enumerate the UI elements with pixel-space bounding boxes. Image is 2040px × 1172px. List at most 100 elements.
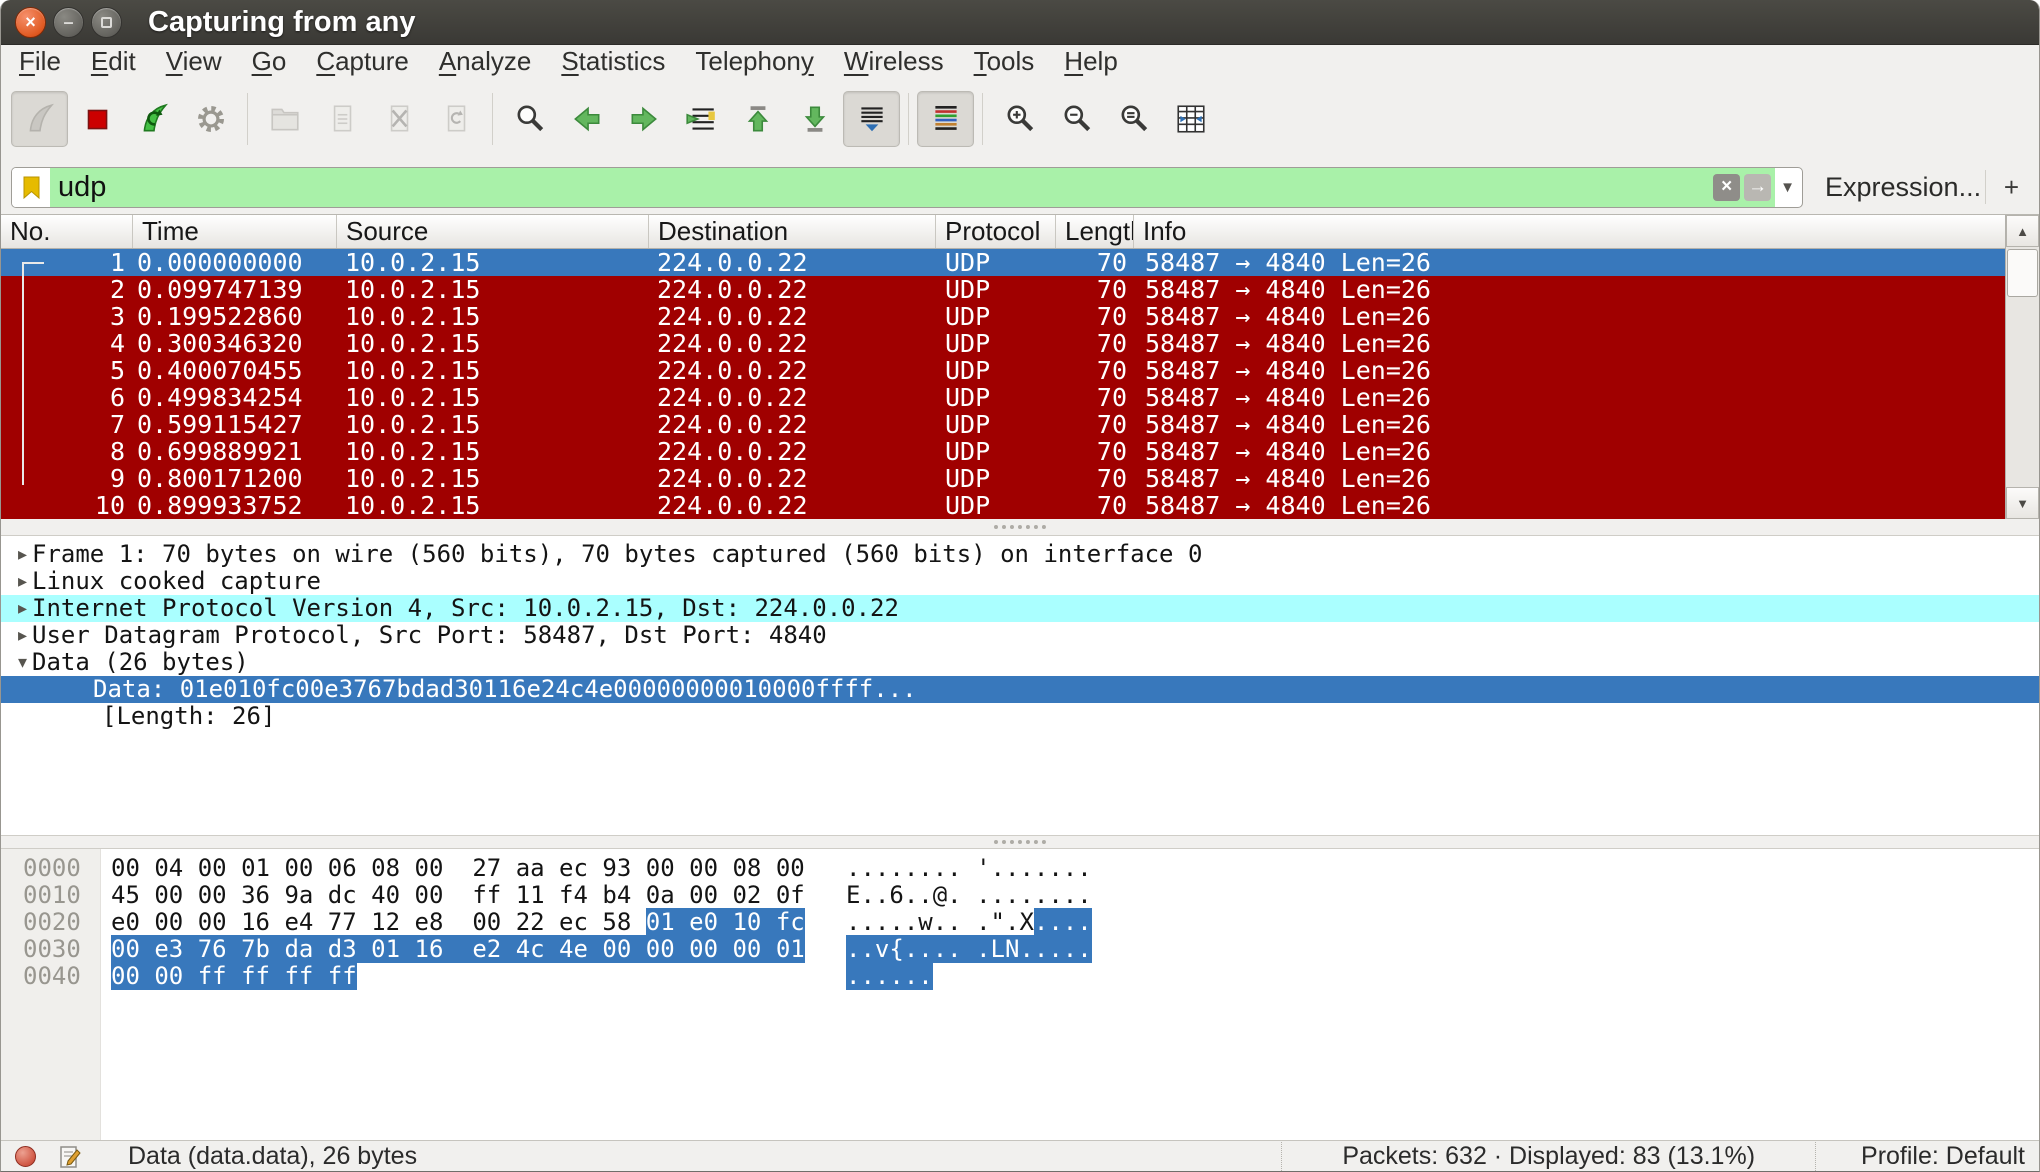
hex-row[interactable]: 0020e0 00 00 16 e4 77 12 e8 00 22 ec 58 … [1, 909, 2039, 936]
packet-row[interactable]: 10.00000000010.0.2.15224.0.0.22UDP705848… [1, 249, 2007, 276]
scroll-up-button[interactable]: ▲ [2006, 215, 2039, 247]
colorize-button[interactable] [917, 91, 974, 147]
filter-apply-button[interactable]: → [1744, 174, 1771, 201]
expand-collapsed-icon[interactable]: ▸ [1, 595, 32, 622]
detail-line[interactable]: ▸User Datagram Protocol, Src Port: 58487… [1, 622, 2039, 649]
go-first-button[interactable] [729, 91, 786, 147]
packet-row[interactable]: 100.89993375210.0.2.15224.0.0.22UDP70584… [1, 492, 2007, 519]
packet-list-rows: 10.00000000010.0.2.15224.0.0.22UDP705848… [1, 249, 2007, 519]
reload-file-button[interactable] [427, 91, 484, 147]
start-capture-button[interactable] [11, 91, 68, 147]
menu-wireless[interactable]: Wireless [844, 46, 944, 76]
stop-capture-button[interactable] [68, 91, 125, 147]
go-back-button[interactable] [558, 91, 615, 147]
display-filter-input[interactable]: udp × → ▼ [11, 167, 1803, 208]
column-header-source[interactable]: Source [337, 215, 649, 248]
find-packet-button[interactable] [501, 91, 558, 147]
detail-line[interactable]: ▸Frame 1: 70 bytes on wire (560 bits), 7… [1, 541, 2039, 568]
hex-bytes[interactable]: 00 00 ff ff ff ff [101, 963, 801, 990]
save-file-icon [325, 102, 359, 136]
expert-info-icon[interactable] [15, 1146, 36, 1167]
expand-collapsed-icon[interactable]: ▸ [1, 568, 32, 595]
menu-view[interactable]: View [166, 46, 222, 76]
hex-rows: 000000 04 00 01 00 06 08 00 27 aa ec 93 … [1, 855, 2039, 990]
auto-scroll-button[interactable] [843, 91, 900, 147]
packet-row[interactable]: 20.09974713910.0.2.15224.0.0.22UDP705848… [1, 276, 2007, 303]
go-last-button[interactable] [786, 91, 843, 147]
hex-row[interactable]: 003000 e3 76 7b da d3 01 16 e2 4c 4e 00 … [1, 936, 2039, 963]
hex-row[interactable]: 004000 00 ff ff ff ff...... [1, 963, 2039, 990]
zoom-original-button[interactable] [1105, 91, 1162, 147]
pane-splitter-bottom[interactable] [1, 835, 2039, 849]
detail-line[interactable]: ▾Data (26 bytes) [1, 649, 2039, 676]
packet-list-scrollbar[interactable]: ▲ ▼ [2005, 215, 2039, 519]
hex-ascii[interactable]: ...... [801, 963, 933, 990]
go-forward-button[interactable] [615, 91, 672, 147]
capture-options-button[interactable] [182, 91, 239, 147]
column-header-no[interactable]: No. [1, 215, 133, 248]
detail-line[interactable]: [Length: 26] [1, 703, 2039, 730]
open-file-button[interactable] [256, 91, 313, 147]
maximize-button[interactable] [91, 7, 122, 38]
hex-bytes[interactable]: 00 e3 76 7b da d3 01 16 e2 4c 4e 00 00 0… [101, 936, 801, 963]
hex-ascii[interactable]: E..6..@. ........ [801, 882, 1092, 909]
status-profile[interactable]: Profile: Default [1815, 1142, 2025, 1171]
close-file-button[interactable] [370, 91, 427, 147]
packet-row[interactable]: 30.19952286010.0.2.15224.0.0.22UDP705848… [1, 303, 2007, 330]
minimize-button[interactable]: – [53, 7, 84, 38]
filter-bookmark-button[interactable] [12, 168, 50, 207]
hex-bytes[interactable]: 45 00 00 36 9a dc 40 00 ff 11 f4 b4 0a 0… [101, 882, 801, 909]
menu-go[interactable]: Go [252, 46, 287, 76]
go-to-packet-button[interactable] [672, 91, 729, 147]
expression-button[interactable]: Expression... [1825, 172, 1981, 203]
menu-edit[interactable]: Edit [91, 46, 136, 76]
add-filter-button[interactable]: + [2004, 172, 2027, 203]
column-header-protocol[interactable]: Protocol [936, 215, 1056, 248]
scrollbar-thumb[interactable] [2007, 249, 2038, 297]
column-header-time[interactable]: Time [133, 215, 337, 248]
pane-splitter-top[interactable] [1, 518, 2039, 536]
hex-ascii[interactable]: ........ '....... [801, 855, 1092, 882]
hex-ascii[interactable]: .....w.. .".X.... [801, 909, 1092, 936]
save-file-button[interactable] [313, 91, 370, 147]
scroll-down-button[interactable]: ▼ [2006, 487, 2039, 519]
restart-capture-button[interactable] [125, 91, 182, 147]
close-button[interactable]: × [15, 7, 46, 38]
menu-capture[interactable]: Capture [316, 46, 409, 76]
menu-telephony[interactable]: Telephony [695, 46, 814, 76]
detail-line[interactable]: ▸Linux cooked capture [1, 568, 2039, 595]
expand-collapsed-icon[interactable]: ▸ [1, 622, 32, 649]
capture-comment-icon[interactable] [58, 1145, 82, 1169]
hex-offset: 0020 [1, 909, 101, 936]
packet-row[interactable]: 60.49983425410.0.2.15224.0.0.22UDP705848… [1, 384, 2007, 411]
column-header-info[interactable]: Info [1134, 215, 2007, 248]
zoom-out-button[interactable] [1048, 91, 1105, 147]
menu-statistics[interactable]: Statistics [561, 46, 665, 76]
packet-row[interactable]: 80.69988992110.0.2.15224.0.0.22UDP705848… [1, 438, 2007, 465]
menu-file[interactable]: File [19, 46, 61, 76]
expand-expanded-icon[interactable]: ▾ [1, 649, 32, 676]
filter-dropdown-caret[interactable]: ▼ [1777, 168, 1798, 207]
hex-ascii[interactable]: ..v{.... .LN..... [801, 936, 1092, 963]
hex-row[interactable]: 001045 00 00 36 9a dc 40 00 ff 11 f4 b4 … [1, 882, 2039, 909]
menu-tools[interactable]: Tools [974, 46, 1035, 76]
column-header-destination[interactable]: Destination [649, 215, 936, 248]
hex-bytes[interactable]: 00 04 00 01 00 06 08 00 27 aa ec 93 00 0… [101, 855, 801, 882]
expand-collapsed-icon[interactable]: ▸ [1, 541, 32, 568]
detail-line[interactable]: ▸Internet Protocol Version 4, Src: 10.0.… [1, 595, 2039, 622]
go-to-packet-icon [684, 102, 718, 136]
zoom-in-button[interactable] [991, 91, 1048, 147]
packet-row[interactable]: 90.80017120010.0.2.15224.0.0.22UDP705848… [1, 465, 2007, 492]
filter-clear-button[interactable]: × [1713, 174, 1740, 201]
filter-text[interactable]: udp [50, 168, 1713, 207]
packet-row[interactable]: 50.40007045510.0.2.15224.0.0.22UDP705848… [1, 357, 2007, 384]
hex-bytes[interactable]: e0 00 00 16 e4 77 12 e8 00 22 ec 58 01 e… [101, 909, 801, 936]
hex-row[interactable]: 000000 04 00 01 00 06 08 00 27 aa ec 93 … [1, 855, 2039, 882]
resize-columns-button[interactable] [1162, 91, 1219, 147]
packet-row[interactable]: 70.59911542710.0.2.15224.0.0.22UDP705848… [1, 411, 2007, 438]
packet-row[interactable]: 40.30034632010.0.2.15224.0.0.22UDP705848… [1, 330, 2007, 357]
detail-line[interactable]: Data: 01e010fc00e3767bdad30116e24c4e0000… [1, 676, 2039, 703]
menu-analyze[interactable]: Analyze [439, 46, 532, 76]
column-header-length[interactable]: Length [1056, 215, 1134, 248]
menu-help[interactable]: Help [1064, 46, 1117, 76]
